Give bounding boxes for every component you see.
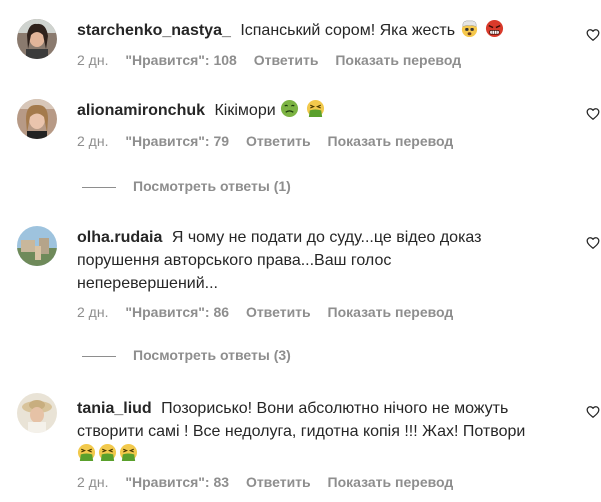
show-translation-button[interactable]: Показать перевод	[328, 133, 454, 149]
comment-username[interactable]: tania_liud	[77, 400, 152, 417]
reply-button[interactable]: Ответить	[246, 133, 311, 149]
vomiting-face-icon	[119, 443, 138, 462]
comment-text: Іспанський сором! Яка жесть	[240, 22, 456, 39]
comment-text-line-2: створити самі ! Все недолуга, гидотна ко…	[77, 423, 526, 440]
vomiting-face-icon	[77, 443, 96, 462]
like-heart-icon[interactable]	[586, 405, 600, 419]
show-translation-button[interactable]: Показать перевод	[328, 474, 454, 490]
view-replies-button[interactable]: Посмотреть ответы (1)	[82, 178, 291, 194]
reply-button[interactable]: Ответить	[246, 474, 311, 490]
exploding-head-icon	[461, 20, 477, 38]
avatar[interactable]	[17, 393, 57, 433]
comment-text-line-2: порушення авторського права...Ваш голос	[77, 252, 392, 269]
reply-button[interactable]: Ответить	[246, 304, 311, 320]
comments-list: starchenko_nastya_ Іспанський сором! Яка…	[0, 0, 601, 502]
show-translation-button[interactable]: Показать перевод	[328, 304, 454, 320]
comment-text-line-1: Позорисько! Вони абсолютно нічого не мож…	[161, 400, 509, 417]
comment-meta: 2 дн. "Нравится": 83 Ответить Показать п…	[77, 474, 466, 490]
comment-text-line-3: неперевершений...	[77, 275, 218, 292]
comment-time: 2 дн.	[77, 133, 109, 149]
like-heart-icon[interactable]	[586, 28, 600, 42]
replies-divider	[82, 355, 116, 357]
replies-divider	[82, 186, 116, 188]
like-heart-icon[interactable]	[586, 236, 600, 250]
comment-username[interactable]: alionamironchuk	[77, 102, 205, 119]
comment-time: 2 дн.	[77, 474, 109, 490]
reply-button[interactable]: Ответить	[254, 52, 319, 68]
avatar[interactable]	[17, 19, 57, 59]
comment-username[interactable]: starchenko_nastya_	[77, 22, 231, 39]
comment-meta: 2 дн. "Нравится": 108 Ответить Показать …	[77, 52, 474, 68]
comment-meta: 2 дн. "Нравится": 86 Ответить Показать п…	[77, 304, 466, 320]
comment-time: 2 дн.	[77, 304, 109, 320]
comment-time: 2 дн.	[77, 52, 109, 68]
show-translation-button[interactable]: Показать перевод	[335, 52, 461, 68]
comment-meta: 2 дн. "Нравится": 79 Ответить Показать п…	[77, 133, 466, 149]
view-replies-button[interactable]: Посмотреть ответы (3)	[82, 347, 291, 363]
comment-text: Кікімори	[214, 102, 276, 119]
avatar[interactable]	[17, 226, 57, 266]
angry-face-icon	[485, 19, 504, 38]
view-replies-label: Посмотреть ответы (3)	[133, 347, 291, 363]
avatar[interactable]	[17, 99, 57, 139]
likes-count-button[interactable]: "Нравится": 86	[125, 304, 229, 320]
likes-count-button[interactable]: "Нравится": 79	[125, 133, 229, 149]
likes-count-button[interactable]: "Нравится": 83	[125, 474, 229, 490]
vomiting-face-icon	[98, 443, 117, 462]
likes-count-button[interactable]: "Нравится": 108	[125, 52, 236, 68]
vomiting-face-icon	[306, 99, 324, 118]
nauseated-face-icon	[281, 99, 299, 118]
like-heart-icon[interactable]	[586, 107, 600, 121]
view-replies-label: Посмотреть ответы (1)	[133, 178, 291, 194]
comment-text-line-1: Я чому не подати до суду...це відео дока…	[171, 229, 482, 246]
comment-username[interactable]: olha.rudaia	[77, 229, 162, 246]
